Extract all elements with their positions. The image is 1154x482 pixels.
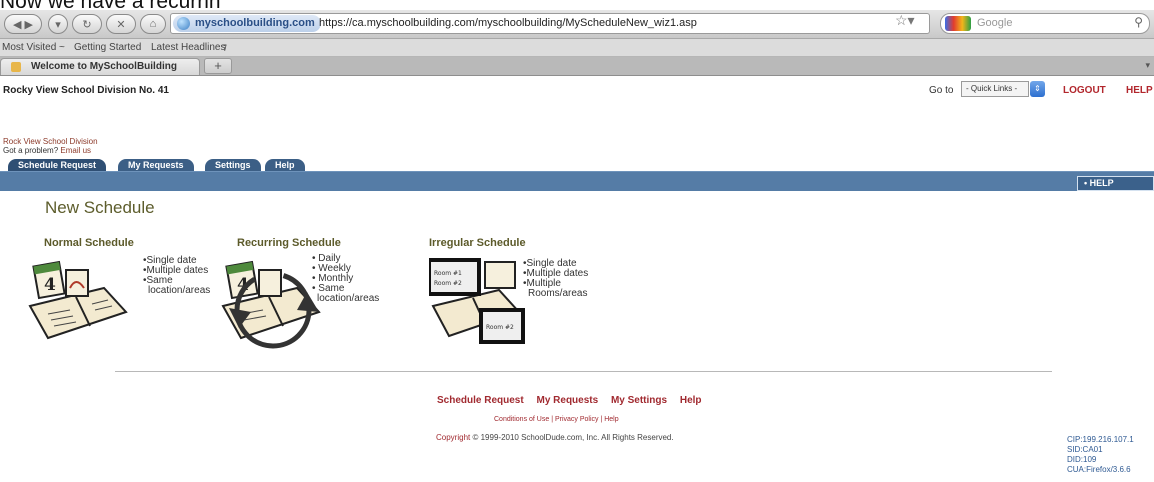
divider bbox=[115, 371, 1052, 372]
app-nav-bar bbox=[0, 171, 1154, 191]
copyright: Copyright © 1999-2010 SchoolDude.com, In… bbox=[436, 433, 674, 442]
reload-icon: ↻ bbox=[82, 18, 92, 31]
url-text: https://ca.myschoolbuilding.com/myschool… bbox=[319, 17, 697, 29]
search-input[interactable]: Google ⚲ bbox=[940, 13, 1150, 34]
diagnostics-info: CIP:199.216.107.1 SID:CA01 DID:109 CUA:F… bbox=[1067, 435, 1134, 475]
page-title: New Schedule bbox=[45, 198, 155, 217]
search-engine-icon[interactable] bbox=[945, 16, 971, 31]
calendar-day-text: 4 bbox=[44, 275, 56, 295]
search-icon[interactable]: ⚲ bbox=[1134, 15, 1143, 29]
irregular-schedule-options: •Single date •Multiple dates •Multiple R… bbox=[523, 259, 588, 299]
normal-schedule-calendar-icon[interactable]: 4 bbox=[18, 254, 143, 346]
diagnostic-line: CUA:Firefox/3.6.6 bbox=[1067, 465, 1131, 474]
home-button[interactable]: ⌂ bbox=[140, 14, 166, 34]
room-label: Room #2 bbox=[434, 280, 462, 287]
help-link[interactable]: HELP bbox=[1126, 85, 1153, 96]
forward-icon: ▶ bbox=[24, 18, 33, 31]
tab-schedule-request[interactable]: Schedule Request bbox=[8, 159, 107, 171]
rss-icon: ⁊ bbox=[222, 42, 227, 53]
favicon-icon bbox=[11, 62, 21, 72]
irregular-schedule-calendar-icon[interactable]: Room #1 Room #2 Room #2 bbox=[429, 256, 529, 368]
diagnostic-line: SID:CA01 bbox=[1067, 445, 1103, 454]
site-identity-button[interactable]: myschoolbuilding.com bbox=[173, 15, 321, 32]
tab-help[interactable]: Help bbox=[265, 159, 305, 171]
bookmark-most-visited[interactable]: Most Visited ~ bbox=[2, 39, 65, 56]
division-link[interactable]: Rock View School Division bbox=[3, 137, 98, 146]
diagnostic-line: CIP:199.216.107.1 bbox=[1067, 435, 1134, 444]
tab-settings[interactable]: Settings bbox=[205, 159, 261, 171]
bookmark-star-icon[interactable]: ☆▾ bbox=[895, 12, 915, 29]
globe-icon bbox=[177, 17, 190, 30]
tab-list-icon[interactable]: ▾ bbox=[1145, 60, 1150, 71]
recurring-schedule-options: • Daily • Weekly • Monthly • Same locati… bbox=[312, 254, 379, 304]
browser-tab-bar: Welcome to MySchoolBuilding + ▾ bbox=[0, 57, 1154, 76]
problem-prefix: Got a problem? bbox=[3, 146, 59, 155]
footer-nav: Schedule Request My Requests My Settings… bbox=[437, 395, 712, 406]
back-icon: ◀ bbox=[13, 18, 22, 31]
normal-schedule-link[interactable]: Normal Schedule bbox=[44, 237, 134, 249]
logout-link[interactable]: LOGOUT bbox=[1063, 85, 1106, 96]
search-placeholder: Google bbox=[977, 17, 1013, 29]
help-button[interactable]: • HELP bbox=[1077, 176, 1154, 191]
footer-help-link[interactable]: Help bbox=[680, 395, 702, 406]
stop-icon: ✕ bbox=[116, 18, 126, 31]
footer-links[interactable]: Conditions of Use | Privacy Policy | Hel… bbox=[494, 416, 619, 423]
select-arrows-icon[interactable]: ⇕ bbox=[1030, 81, 1045, 97]
copyright-text: © 1999-2010 SchoolDude.com, Inc. All Rig… bbox=[472, 433, 674, 442]
browser-toolbar: ◀ ▶ ▾ ↻ ✕ ⌂ myschoolbuilding.com https:/… bbox=[0, 10, 1154, 39]
browser-tab[interactable]: Welcome to MySchoolBuilding bbox=[0, 58, 200, 75]
copyright-link[interactable]: Copyright bbox=[436, 433, 470, 442]
home-icon: ⌂ bbox=[149, 18, 157, 30]
reload-button[interactable]: ↻ bbox=[72, 14, 102, 34]
normal-schedule-options: •Single date •Multiple dates •Same locat… bbox=[143, 256, 210, 296]
bookmark-getting-started[interactable]: Getting Started bbox=[74, 39, 141, 56]
dropdown-history-button[interactable]: ▾ bbox=[48, 14, 68, 34]
footer-my-requests-link[interactable]: My Requests bbox=[536, 395, 598, 406]
footer-schedule-request-link[interactable]: Schedule Request bbox=[437, 395, 524, 406]
bookmarks-bar: Most Visited ~ Getting Started Latest He… bbox=[0, 39, 1154, 57]
room-label: Room #1 bbox=[434, 270, 462, 277]
option: location/areas bbox=[317, 293, 380, 304]
back-forward-button[interactable]: ◀ ▶ bbox=[4, 14, 42, 34]
footer-my-settings-link[interactable]: My Settings bbox=[611, 395, 667, 406]
tab-my-requests[interactable]: My Requests bbox=[118, 159, 194, 171]
organization-name: Rocky View School Division No. 41 bbox=[3, 85, 169, 96]
goto-label: Go to bbox=[929, 85, 954, 96]
site-identity-label: myschoolbuilding.com bbox=[195, 17, 315, 29]
diagnostic-line: DID:109 bbox=[1067, 455, 1097, 464]
bookmark-latest-headlines[interactable]: Latest Headlines bbox=[151, 39, 226, 56]
option: Rooms/areas bbox=[528, 288, 588, 299]
problem-text: Got a problem? Email us bbox=[3, 146, 91, 155]
option: location/areas bbox=[148, 285, 211, 296]
email-us-link[interactable]: Email us bbox=[60, 146, 91, 155]
irregular-schedule-link[interactable]: Irregular Schedule bbox=[429, 237, 526, 249]
recurring-schedule-link[interactable]: Recurring Schedule bbox=[237, 237, 341, 249]
chevron-down-icon: ▾ bbox=[55, 18, 61, 31]
quick-links-select[interactable]: - Quick Links - bbox=[961, 81, 1029, 97]
url-bar[interactable]: myschoolbuilding.com https://ca.myschool… bbox=[170, 13, 930, 34]
room-label: Room #2 bbox=[486, 324, 514, 331]
stop-button[interactable]: ✕ bbox=[106, 14, 136, 34]
browser-tab-title: Welcome to MySchoolBuilding bbox=[31, 61, 177, 72]
new-tab-button[interactable]: + bbox=[204, 58, 232, 74]
